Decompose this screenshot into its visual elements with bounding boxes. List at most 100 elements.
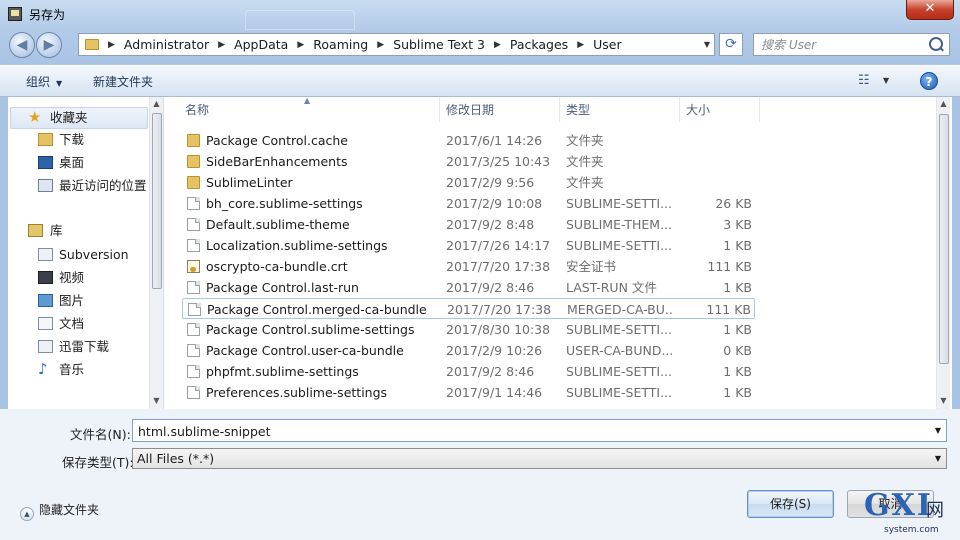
search-icon[interactable] [929,37,943,51]
file-row[interactable]: SublimeLinter 2017/2/9 9:56 文件夹 [182,172,755,193]
nav-library[interactable]: 库 [8,221,148,241]
file-list: ▲ 名称 修改日期 类型 大小 Package Control.cache 201… [164,97,952,409]
documents-icon [38,317,53,330]
watermark-url: system.com [884,525,939,535]
file-name: Package Control.sublime-settings [206,322,415,337]
chevron-right-icon[interactable]: ▶ [494,40,501,50]
file-name: SideBarEnhancements [206,154,348,169]
file-row[interactable]: bh_core.sublime-settings 2017/2/9 10:08 SU… [182,193,755,214]
file-type: SUBLIME-SETTI... [566,196,672,211]
file-date: 2017/9/2 8:48 [446,217,535,232]
help-icon[interactable]: ? [920,72,938,90]
chevron-down-icon[interactable]: ▼ [883,76,889,85]
column-header-size[interactable]: 大小 [686,97,710,122]
file-name: Package Control.merged-ca-bundle [207,302,427,317]
background-window-tab [245,10,355,30]
file-row[interactable]: Package Control.user-ca-bundle 2017/2/9 1… [182,340,755,361]
file-row-selected[interactable]: Package Control.merged-ca-bundle 2017/7/2… [182,298,755,319]
file-row[interactable]: Default.sublime-theme 2017/9/2 8:48 SUBLIM… [182,214,755,235]
title-bar[interactable]: 另存为 ✕ [0,0,960,30]
forward-button[interactable]: ▶ [36,32,62,58]
filetype-select[interactable]: All Files (*.*) ▼ [132,448,947,469]
nav-item-thunder-downloads[interactable]: 迅雷下载 [8,337,148,357]
file-icon [187,344,200,357]
chevron-right-icon[interactable]: ▶ [377,40,384,50]
breadcrumb-item[interactable]: AppData [234,37,288,52]
breadcrumb-item[interactable]: Administrator [124,37,209,52]
file-type: 文件夹 [566,133,604,148]
file-row[interactable]: Localization.sublime-settings 2017/7/26 1… [182,235,755,256]
certificate-icon [187,260,200,273]
nav-item-documents[interactable]: 文档 [8,314,148,334]
file-date: 2017/2/9 9:56 [446,175,535,190]
file-row[interactable]: SideBarEnhancements 2017/3/25 10:43 文件夹 [182,151,755,172]
watermark-text: GXI [864,488,933,523]
filename-combobox[interactable]: ▼ [132,419,947,442]
nav-item-downloads[interactable]: 下载 [8,130,148,150]
column-divider[interactable] [759,97,760,122]
back-button[interactable]: ◀ [9,32,35,58]
column-divider[interactable] [439,97,440,122]
file-row[interactable]: oscrypto-ca-bundle.crt 2017/7/20 17:38 安全证… [182,256,755,277]
nav-library-label: 库 [50,223,63,238]
file-icon [187,323,200,336]
scroll-down-icon[interactable]: ▼ [150,396,163,405]
file-size: 1 KB [723,238,752,253]
close-button[interactable]: ✕ [906,0,954,20]
chevron-right-icon[interactable]: ▶ [577,40,584,50]
scroll-up-icon[interactable]: ▲ [150,99,163,108]
recent-places-icon [38,179,53,192]
breadcrumb-item[interactable]: Packages [510,37,568,52]
column-header-name[interactable]: 名称 [185,97,209,122]
scroll-down-icon[interactable]: ▼ [937,396,950,405]
nav-scrollbar[interactable]: ▲ ▼ [149,97,163,409]
nav-item-music[interactable]: ♪ 音乐 [8,360,148,380]
scroll-thumb[interactable] [152,113,162,289]
nav-item-desktop[interactable]: 桌面 [8,153,148,173]
search-box[interactable] [753,33,950,56]
file-row[interactable]: Package Control.last-run 2017/9/2 8:46 LAS… [182,277,755,298]
search-input[interactable] [759,37,923,53]
nav-favorites[interactable]: ★ 收藏夹 [8,108,148,128]
column-header-date[interactable]: 修改日期 [446,97,494,122]
nav-item-label: 迅雷下载 [59,339,110,354]
nav-item-subversion[interactable]: Subversion [8,245,148,265]
organize-menu[interactable]: 组织 ▼ [26,73,62,90]
file-date: 2017/9/1 14:46 [446,385,543,400]
chevron-down-icon[interactable]: ▼ [935,449,941,468]
nav-item-recent[interactable]: 最近访问的位置 [8,176,148,196]
file-row[interactable]: phpfmt.sublime-settings 2017/9/2 8:46 SUBL… [182,361,755,382]
chevron-right-icon[interactable]: ▶ [218,40,225,50]
file-row[interactable]: Package Control.sublime-settings 2017/8/3… [182,319,755,340]
file-row[interactable]: Package Control.cache 2017/6/1 14:26 文件夹 [182,130,755,151]
scroll-up-icon[interactable]: ▲ [937,99,950,108]
organize-label: 组织 [26,75,51,89]
chevron-down-icon[interactable]: ▼ [935,426,941,435]
nav-item-pictures[interactable]: 图片 [8,291,148,311]
breadcrumb-item[interactable]: Roaming [313,37,368,52]
refresh-button[interactable]: ⟳ [719,33,743,56]
hide-folders-toggle[interactable]: ▲ 隐藏文件夹 [20,501,99,521]
file-list-scrollbar[interactable]: ▲ ▼ [936,97,950,409]
column-divider[interactable] [559,97,560,122]
view-options-icon[interactable]: ☷ [858,73,870,88]
file-type: SUBLIME-SETTI... [566,322,672,337]
library-folder-icon [38,248,53,261]
nav-item-label: 图片 [59,293,85,308]
chevron-right-icon[interactable]: ▶ [108,40,115,50]
file-row[interactable]: Preferences.sublime-settings 2017/9/1 14:… [182,382,755,403]
breadcrumb-item[interactable]: Sublime Text 3 [393,37,485,52]
library-icon [28,224,43,237]
address-bar[interactable]: ▶ Administrator ▶ AppData ▶ Roaming ▶ Su… [78,33,715,56]
filename-input[interactable] [136,423,920,440]
column-header-type[interactable]: 类型 [566,97,590,122]
file-date: 2017/6/1 14:26 [446,133,543,148]
scroll-thumb[interactable] [939,114,949,364]
new-folder-button[interactable]: 新建文件夹 [93,73,153,90]
address-dropdown-icon[interactable]: ▼ [704,40,710,49]
nav-item-videos[interactable]: 视频 [8,268,148,288]
save-button[interactable]: 保存(S) [747,490,834,518]
chevron-right-icon[interactable]: ▶ [297,40,304,50]
breadcrumb-item[interactable]: User [593,37,622,52]
column-divider[interactable] [679,97,680,122]
